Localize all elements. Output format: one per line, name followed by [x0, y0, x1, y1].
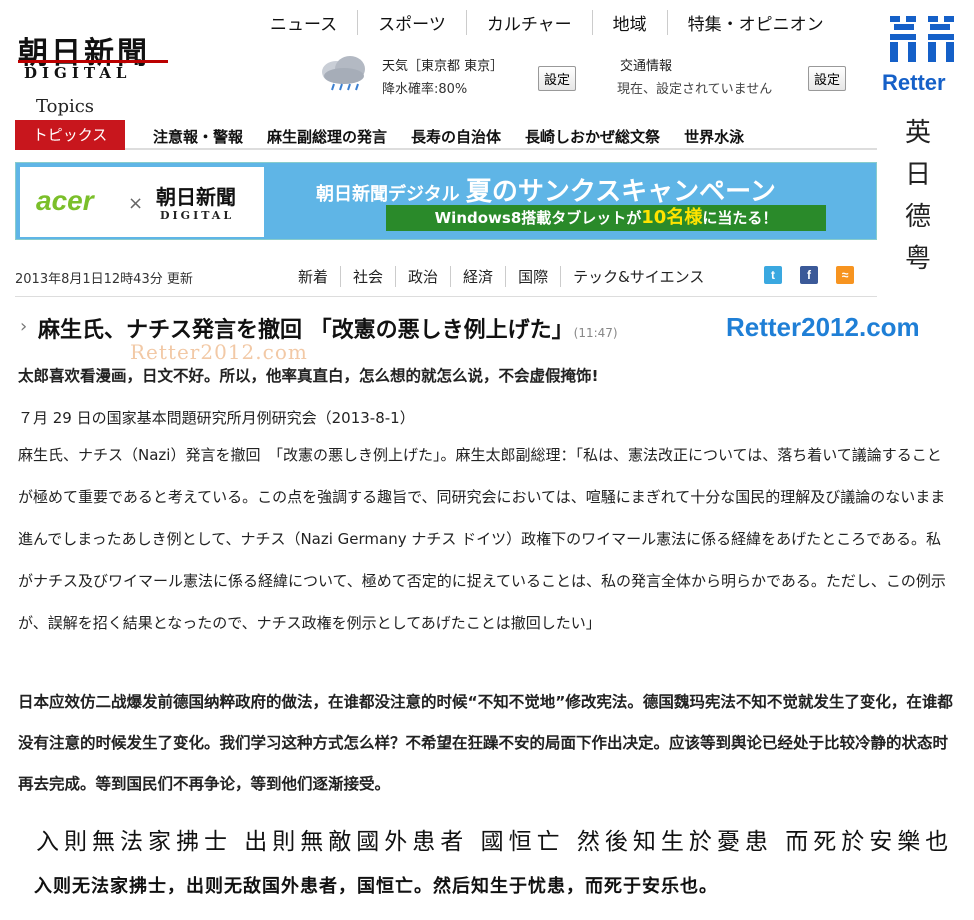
article-subhead: ７月 29 日の国家基本問題研究所月例研究会（2013-8-1） — [18, 409, 415, 427]
logo-underline — [18, 60, 168, 63]
category-politics[interactable]: 政治 — [396, 266, 452, 287]
banner-asahi-logo: 朝日新聞 — [156, 185, 236, 209]
acer-logo: acer — [36, 185, 94, 216]
topics-bar: トピックス 注意報・警報 麻生副総理の発言 長寿の自治体 長崎しおかぜ総文祭 世… — [15, 120, 877, 150]
category-international[interactable]: 国際 — [506, 266, 562, 287]
nav-news[interactable]: ニュース — [270, 10, 359, 35]
article-intro: 太郎喜欢看漫画，日文不好。所以，他率真直白，怎么想的就怎么说，不会虚假掩饰! — [18, 367, 599, 385]
banner-asahi-digital: DIGITAL — [160, 209, 235, 222]
rain-probability: 降水確率:80% — [382, 82, 468, 97]
nav-sports[interactable]: スポーツ — [358, 10, 467, 35]
side-char-cantonese: 粤 — [904, 244, 931, 274]
weather-settings-button[interactable]: 設定 — [538, 66, 577, 91]
weather-location: 天気［東京都 東京］ — [382, 59, 504, 74]
banner-strip-prefix: Windows8搭載タブレットが — [434, 209, 642, 227]
topic-item[interactable]: 長寿の自治体 — [411, 126, 501, 147]
banner-logo-panel: acer × 朝日新聞 DIGITAL — [20, 167, 264, 237]
banner-strip-suffix: に当たる！ — [702, 209, 778, 227]
category-tech[interactable]: テック&サイエンス — [561, 266, 716, 287]
traffic-settings-button[interactable]: 設定 — [808, 66, 847, 91]
rain-cloud-icon — [322, 56, 365, 91]
banner-prefix: 朝日新聞デジタル — [316, 184, 460, 205]
banner-headline: 朝日新聞デジタル 夏のサンクスキャンペーン — [316, 171, 776, 208]
article-body: 麻生氏、ナチス（Nazi）発言を撤回 「改憲の悪しき例上げた」。麻生太郎副総理：… — [18, 446, 946, 632]
nav-region[interactable]: 地域 — [593, 10, 668, 35]
banner-strip: Windows8搭載タブレットが10名様に当たる！ — [386, 205, 826, 231]
article-headline: 麻生氏、ナチス発言を撤回 「改憲の悪しき例上げた」(11:47) — [38, 312, 618, 344]
side-char-english: 英 — [904, 118, 931, 148]
side-char-japanese: 日 — [904, 160, 931, 190]
retter-brand: Retter — [882, 70, 946, 95]
banner-strip-number: 10名様 — [641, 207, 703, 228]
closing-quote: 入则无法家拂士，出则无敌国外患者，国恒亡。然后知生于忧患，而死于安乐也。 — [34, 876, 718, 897]
topics-tag[interactable]: トピックス — [15, 120, 125, 150]
topic-item[interactable]: 長崎しおかぜ総文祭 — [525, 126, 660, 147]
banner-campaign: 夏のサンクスキャンペーン — [465, 177, 776, 207]
side-language-chars: 英 日 德 粤 — [898, 112, 938, 280]
category-new[interactable]: 新着 — [298, 266, 342, 287]
nav-opinion[interactable]: 特集・オピニオン — [668, 10, 844, 35]
campaign-banner[interactable]: acer × 朝日新聞 DIGITAL 朝日新聞デジタル 夏のサンクスキャンペー… — [15, 162, 877, 240]
nav-culture[interactable]: カルチャー — [467, 10, 593, 35]
retter-logo-icon — [890, 16, 954, 62]
seal-script-quote: 入則無法家拂士 出則無敵國外患者 國恒亡 然後知生於憂患 而死於安樂也 — [36, 829, 954, 855]
category-nav: 新着 社会 政治 経済 国際 テック&サイエンス — [298, 266, 716, 287]
times-sign: × — [128, 193, 144, 214]
headline-time: (11:47) — [573, 326, 618, 340]
update-timestamp: 2013年8月1日12時43分 更新 — [15, 272, 193, 287]
side-char-german: 德 — [904, 202, 931, 232]
category-economy[interactable]: 経済 — [451, 266, 507, 287]
topic-item[interactable]: 世界水泳 — [684, 126, 744, 147]
topic-item[interactable]: 注意報・警報 — [153, 126, 243, 147]
asahi-logo-digital: DIGITAL — [24, 64, 132, 82]
chevron-right-icon: › — [20, 316, 28, 337]
social-links: t f ≈ — [764, 266, 854, 284]
traffic-label: 交通情報 — [620, 59, 673, 74]
rss-icon[interactable]: ≈ — [836, 266, 854, 284]
category-society[interactable]: 社会 — [341, 266, 397, 287]
main-nav: ニュース スポーツ カルチャー 地域 特集・オピニオン — [270, 10, 844, 35]
divider — [15, 296, 877, 297]
topics-list: 注意報・警報 麻生副総理の発言 長寿の自治体 長崎しおかぜ総文祭 世界水泳 — [153, 126, 768, 147]
retter-site-url: Retter2012.com — [726, 312, 920, 342]
twitter-icon[interactable]: t — [764, 266, 782, 284]
article-commentary: 日本应效仿二战爆发前德国纳粹政府的做法，在谁都没注意的时候“不知不觉地”修改宪法… — [18, 693, 953, 793]
topics-title: Topics — [36, 96, 95, 117]
traffic-status: 現在、設定されていません — [617, 82, 773, 97]
topic-item[interactable]: 麻生副総理の発言 — [267, 126, 387, 147]
facebook-icon[interactable]: f — [800, 266, 818, 284]
